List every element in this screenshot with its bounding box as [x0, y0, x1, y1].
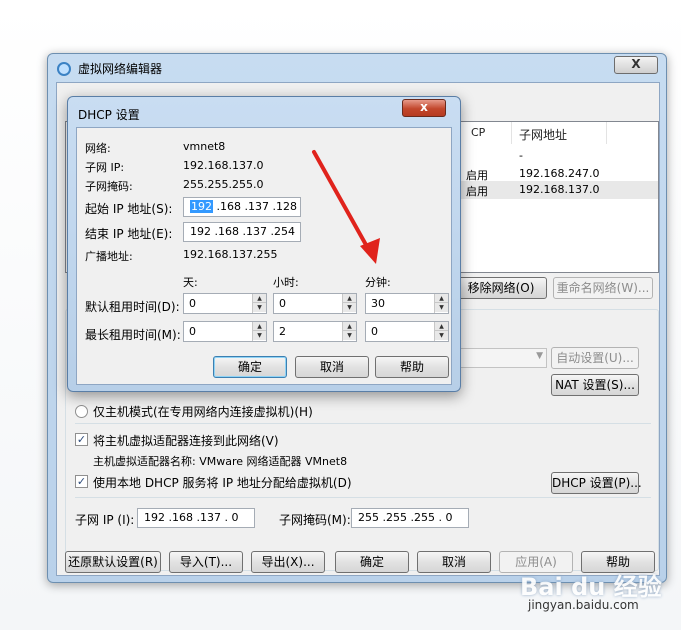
divider — [75, 423, 651, 424]
start-ip-first-octet: 192 — [190, 200, 213, 213]
dhcp-ok-button[interactable]: 确定 — [213, 356, 287, 378]
spin-up-icon[interactable]: ▲ — [253, 294, 266, 303]
close-button[interactable]: X — [614, 56, 658, 74]
spin-up-icon[interactable]: ▲ — [435, 322, 448, 331]
spinner-arrows[interactable]: ▲ ▼ — [342, 322, 356, 341]
dhcp-settings-button[interactable]: DHCP 设置(P)... — [551, 472, 642, 494]
restore-defaults-button[interactable]: 还原默认设置(R) — [65, 551, 161, 573]
spinner-arrows[interactable]: ▲ ▼ — [252, 294, 266, 313]
column-header-subnet[interactable]: 子网地址 — [519, 126, 567, 143]
use-dhcp-label: 使用本地 DHCP 服务将 IP 地址分配给虚拟机(D) — [93, 476, 352, 490]
spin-down-icon[interactable]: ▼ — [343, 303, 356, 312]
spin-up-icon[interactable]: ▲ — [343, 322, 356, 331]
watermark-url: jingyan.baidu.com — [528, 598, 639, 612]
subnet-mask-value: 255.255.255.0 — [183, 178, 264, 191]
spinner-value: 0 — [189, 325, 196, 338]
minutes-column-label: 分钟: — [365, 276, 391, 289]
spinner-value: 2 — [279, 325, 286, 338]
subnet-mask-label: 子网掩码: — [85, 180, 133, 193]
broadcast-label: 广播地址: — [85, 250, 133, 263]
nat-settings-button[interactable]: NAT 设置(S)... — [551, 374, 639, 396]
default-lease-days-spinner[interactable]: 0 ▲ ▼ — [183, 293, 267, 314]
cancel-button[interactable]: 取消 — [417, 551, 491, 573]
red-arrow-icon — [312, 150, 380, 264]
connect-adapter-label: 将主机虚拟适配器连接到此网络(V) — [93, 434, 279, 448]
ok-button[interactable]: 确定 — [335, 551, 409, 573]
dhcp-cancel-button[interactable]: 取消 — [295, 356, 369, 378]
globe-icon — [57, 62, 71, 76]
hours-column-label: 小时: — [273, 276, 299, 289]
table-cell-subnet: 192.168.137.0 — [519, 183, 600, 196]
subnet-ip-input[interactable]: 192 .168 .137 . 0 — [137, 508, 255, 528]
max-lease-days-spinner[interactable]: 0 ▲ ▼ — [183, 321, 267, 342]
bridge-adapter-select[interactable]: ▼ — [457, 348, 547, 368]
host-only-radio[interactable] — [75, 405, 88, 418]
table-cell-subnet: 192.168.247.0 — [519, 167, 600, 180]
spin-down-icon[interactable]: ▼ — [435, 303, 448, 312]
end-ip-label: 结束 IP 地址(E): — [85, 227, 173, 241]
spin-down-icon[interactable]: ▼ — [343, 331, 356, 340]
close-button[interactable]: x — [402, 99, 446, 117]
subnet-ip-value: 192.168.137.0 — [183, 159, 264, 172]
subnet-ip-label: 子网 IP: — [85, 161, 125, 174]
adapter-name-label: 主机虚拟适配器名称: VMware 网络适配器 VMnet8 — [93, 455, 348, 468]
start-ip-label: 起始 IP 地址(S): — [85, 202, 173, 216]
import-button[interactable]: 导入(T)... — [169, 551, 243, 573]
connect-adapter-checkbox[interactable]: ✓ — [75, 433, 88, 446]
max-lease-minutes-spinner[interactable]: 0 ▲ ▼ — [365, 321, 449, 342]
spin-down-icon[interactable]: ▼ — [253, 331, 266, 340]
dhcp-help-button[interactable]: 帮助 — [375, 356, 449, 378]
dhcp-client-area: 网络: vmnet8 子网 IP: 192.168.137.0 子网掩码: 25… — [76, 127, 452, 385]
subnet-ip-label: 子网 IP (I): — [75, 513, 135, 527]
spin-up-icon[interactable]: ▲ — [343, 294, 356, 303]
subnet-mask-input[interactable]: 255 .255 .255 . 0 — [351, 508, 469, 528]
start-ip-rest: .168 .137 .128 — [213, 200, 297, 213]
spin-up-icon[interactable]: ▲ — [253, 322, 266, 331]
baidu-logo: Bai du 经验 — [520, 573, 662, 601]
spinner-value: 30 — [371, 297, 385, 310]
default-lease-hours-spinner[interactable]: 0 ▲ ▼ — [273, 293, 357, 314]
default-lease-minutes-spinner[interactable]: 30 ▲ ▼ — [365, 293, 449, 314]
column-divider — [606, 122, 607, 144]
rename-network-button[interactable]: 重命名网络(W)... — [553, 277, 653, 299]
column-header-dhcp[interactable]: CP — [471, 126, 485, 139]
subnet-mask-label: 子网掩码(M): — [279, 513, 351, 527]
broadcast-value: 192.168.137.255 — [183, 248, 278, 261]
spinner-arrows[interactable]: ▲ ▼ — [434, 322, 448, 341]
start-ip-input[interactable]: 192 .168 .137 .128 — [183, 197, 301, 217]
auto-settings-button[interactable]: 自动设置(U)... — [551, 347, 639, 369]
spin-down-icon[interactable]: ▼ — [435, 331, 448, 340]
spinner-arrows[interactable]: ▲ ▼ — [252, 322, 266, 341]
default-lease-label: 默认租用时间(D): — [85, 300, 180, 314]
host-only-label: 仅主机模式(在专用网络内连接虚拟机)(H) — [93, 405, 313, 419]
spinner-arrows[interactable]: ▲ ▼ — [342, 294, 356, 313]
max-lease-hours-spinner[interactable]: 2 ▲ ▼ — [273, 321, 357, 342]
spinner-value: 0 — [371, 325, 378, 338]
window-title: 虚拟网络编辑器 — [78, 62, 163, 76]
dialog-title: DHCP 设置 — [78, 108, 140, 122]
spin-down-icon[interactable]: ▼ — [253, 303, 266, 312]
spinner-value: 0 — [189, 297, 196, 310]
days-column-label: 天: — [183, 276, 198, 289]
end-ip-input[interactable]: 192 .168 .137 .254 — [183, 222, 301, 242]
use-dhcp-checkbox[interactable]: ✓ — [75, 475, 88, 488]
export-button[interactable]: 导出(X)... — [251, 551, 325, 573]
network-label: 网络: — [85, 142, 111, 155]
spinner-arrows[interactable]: ▲ ▼ — [434, 294, 448, 313]
max-lease-label: 最长租用时间(M): — [85, 328, 181, 342]
dhcp-settings-dialog: DHCP 设置 x 网络: vmnet8 子网 IP: 192.168.137.… — [67, 96, 461, 392]
table-cell-dhcp: 启用 — [466, 185, 488, 198]
network-value: vmnet8 — [183, 140, 226, 153]
chevron-down-icon: ▼ — [536, 351, 543, 361]
divider — [75, 497, 651, 498]
spin-up-icon[interactable]: ▲ — [435, 294, 448, 303]
column-divider — [511, 122, 512, 144]
table-cell-subnet: - — [519, 149, 523, 162]
spinner-value: 0 — [279, 297, 286, 310]
remove-network-button[interactable]: 移除网络(O) — [455, 277, 547, 299]
